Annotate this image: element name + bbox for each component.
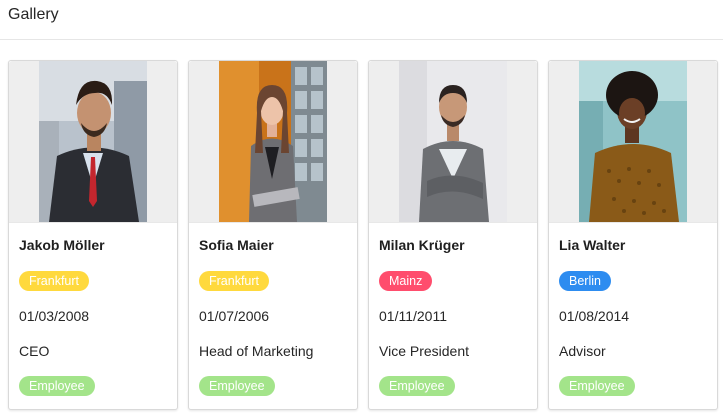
profile-photo xyxy=(39,61,147,222)
profile-photo xyxy=(399,61,507,222)
gallery-header: Gallery xyxy=(0,0,723,40)
profile-photo xyxy=(579,61,687,222)
status-badge: Employee xyxy=(19,376,95,396)
employee-name: Milan Krüger xyxy=(379,237,465,253)
job-title: Head of Marketing xyxy=(199,343,314,359)
employee-name: Lia Walter xyxy=(559,237,626,253)
city-badge: Frankfurt xyxy=(199,271,270,291)
city-badge: Frankfurt xyxy=(19,271,90,291)
card-cover[interactable] xyxy=(9,61,177,223)
job-title: CEO xyxy=(19,343,50,359)
start-date: 01/11/2011 xyxy=(379,308,447,324)
gallery-card[interactable]: Lia Walter Berlin 01/08/2014 Advisor Emp… xyxy=(548,60,718,410)
employee-name: Jakob Möller xyxy=(19,237,105,253)
status-badge: Employee xyxy=(199,376,275,396)
city-badge: Mainz xyxy=(379,271,433,291)
start-date: 01/03/2008 xyxy=(19,308,90,324)
gallery-card[interactable]: Jakob Möller Frankfurt 01/03/2008 CEO Em… xyxy=(8,60,178,410)
employee-name: Sofia Maier xyxy=(199,237,274,253)
status-badge: Employee xyxy=(379,376,455,396)
card-cover[interactable] xyxy=(189,61,357,223)
card-cover[interactable] xyxy=(549,61,717,223)
start-date: 01/07/2006 xyxy=(199,308,270,324)
job-title: Vice President xyxy=(379,343,470,359)
gallery-grid: Jakob Möller Frankfurt 01/03/2008 CEO Em… xyxy=(0,40,723,414)
city-badge: Berlin xyxy=(559,271,611,291)
job-title: Advisor xyxy=(559,343,606,359)
profile-photo xyxy=(219,61,327,222)
card-cover[interactable] xyxy=(369,61,537,223)
gallery-card[interactable]: Milan Krüger Mainz 01/11/2011 Vice Presi… xyxy=(368,60,538,410)
page-title: Gallery xyxy=(8,6,59,23)
status-badge: Employee xyxy=(559,376,635,396)
gallery-card[interactable]: Sofia Maier Frankfurt 01/07/2006 Head of… xyxy=(188,60,358,410)
start-date: 01/08/2014 xyxy=(559,308,630,324)
